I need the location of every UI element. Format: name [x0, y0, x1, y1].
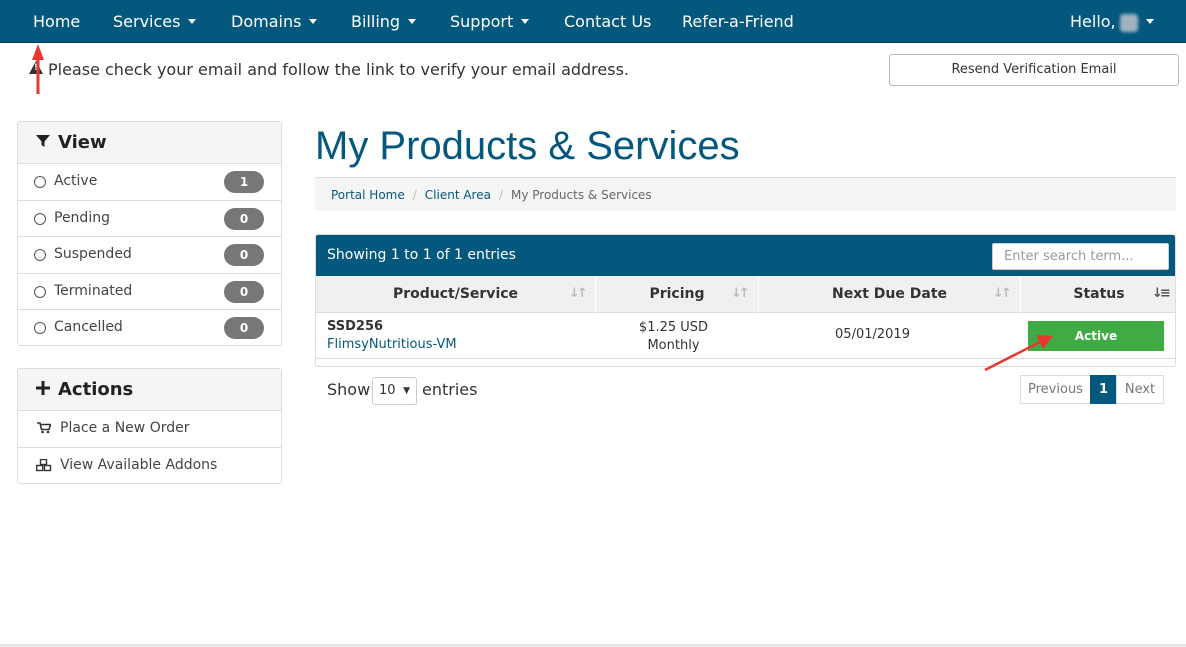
sort-icon: ↓↑: [993, 286, 1012, 301]
nav-home[interactable]: Home: [33, 0, 80, 43]
radio-icon: [34, 212, 46, 225]
count-badge: 0: [224, 280, 264, 303]
place-new-order-link[interactable]: Place a New Order: [18, 411, 281, 448]
nav-contact-us[interactable]: Contact Us: [564, 0, 651, 43]
count-badge: 1: [224, 171, 264, 193]
radio-icon: [34, 322, 46, 335]
actions-panel: Actions Place a New Order View Available…: [17, 368, 282, 484]
price-amount: $1.25 USD: [638, 320, 709, 335]
count-badge: 0: [224, 244, 264, 267]
pagination-page-1[interactable]: 1: [1090, 375, 1117, 404]
nav-billing[interactable]: Billing: [351, 0, 417, 43]
filter-label: Cancelled: [54, 319, 123, 336]
nav-user-menu[interactable]: Hello,: [1070, 0, 1154, 43]
col-product-service[interactable]: Product/Service ↓↑: [316, 276, 596, 313]
product-name: SSD256: [327, 319, 384, 334]
view-addons-link[interactable]: View Available Addons: [18, 448, 281, 485]
pagination-previous[interactable]: Previous: [1020, 375, 1091, 404]
show-label: Show: [327, 380, 371, 399]
column-header: Product/Service: [392, 286, 519, 302]
radio-icon: [34, 285, 46, 298]
view-panel-header: View: [18, 122, 281, 164]
plus-icon: [34, 369, 52, 411]
nav-billing-label: Billing: [351, 12, 401, 31]
nav-refer-a-friend[interactable]: Refer-a-Friend: [682, 0, 794, 43]
nav-services-label: Services: [113, 12, 181, 31]
breadcrumb: Portal Home / Client Area / My Products & Se…: [315, 177, 1176, 211]
view-panel-title: View: [58, 132, 107, 153]
count-badge: 0: [224, 317, 264, 340]
verify-email-message: Please check your email and follow the l…: [48, 60, 630, 79]
sort-ascending-icon: ↓≡: [1152, 286, 1171, 301]
nav-refer-label: Refer-a-Friend: [682, 12, 794, 31]
nav-services[interactable]: Services: [113, 0, 197, 43]
caret-down-icon: [521, 19, 530, 24]
actions-panel-header: Actions: [18, 369, 281, 411]
resend-verification-button[interactable]: Resend Verification Email: [889, 54, 1179, 86]
radio-icon: [34, 176, 46, 188]
user-greeting: Hello,: [1070, 12, 1116, 31]
breadcrumb-separator: /: [412, 188, 417, 202]
dropdown-arrow-icon: ▼: [403, 386, 410, 396]
next-due-date: 05/01/2019: [835, 327, 910, 342]
col-pricing[interactable]: Pricing ↓↑: [596, 276, 759, 313]
sort-icon: ↓↑: [569, 286, 588, 301]
radio-icon: [34, 249, 46, 262]
warning-icon: [29, 61, 43, 74]
breadcrumb-portal-home[interactable]: Portal Home: [331, 188, 405, 202]
products-table: Showing 1 to 1 of 1 entries Product/Serv…: [315, 234, 1176, 367]
filter-label: Pending: [54, 209, 110, 226]
filter-label: Suspended: [54, 246, 132, 263]
product-hostname-link[interactable]: FlimsyNutritious-VM: [327, 337, 457, 352]
billing-cycle: Monthly: [647, 338, 700, 353]
caret-down-icon: [188, 19, 197, 24]
entries-per-page-select[interactable]: 10 ▼: [372, 377, 417, 405]
status-badge: Active: [1028, 321, 1164, 351]
breadcrumb-current: My Products & Services: [511, 188, 652, 202]
username-redacted: [1119, 13, 1138, 32]
nav-support[interactable]: Support: [450, 0, 530, 43]
entries-info: Showing 1 to 1 of 1 entries: [327, 247, 516, 263]
action-label: Place a New Order: [60, 420, 190, 436]
top-navbar: Home Services Domains Billing Support Co…: [0, 0, 1186, 43]
cubes-icon: [35, 458, 52, 475]
action-label: View Available Addons: [60, 457, 218, 473]
nav-home-label: Home: [33, 12, 81, 31]
breadcrumb-separator: /: [498, 188, 503, 202]
entries-per-page-value: 10: [379, 383, 396, 398]
nav-domains[interactable]: Domains: [231, 0, 318, 43]
filter-label: Active: [54, 173, 98, 189]
filter-pending[interactable]: Pending 0: [18, 201, 281, 238]
pricing-cell: $1.25 USD Monthly: [626, 319, 721, 355]
table-row[interactable]: SSD256 FlimsyNutritious-VM $1.25 USD Mon…: [316, 313, 1175, 359]
search-input[interactable]: [992, 243, 1169, 270]
col-next-due-date[interactable]: Next Due Date ↓↑: [759, 276, 1021, 313]
filter-icon: [34, 122, 52, 164]
breadcrumb-client-area[interactable]: Client Area: [425, 188, 491, 202]
actions-panel-title: Actions: [58, 379, 134, 400]
table-header-bar: Showing 1 to 1 of 1 entries: [316, 235, 1175, 276]
filter-cancelled[interactable]: Cancelled 0: [18, 310, 281, 347]
sort-icon: ↓↑: [731, 286, 750, 301]
caret-down-icon: [1145, 19, 1154, 24]
col-status[interactable]: Status ↓≡: [1021, 276, 1175, 313]
view-panel: View Active 1 Pending 0 Suspended 0 Termina…: [17, 121, 282, 346]
nav-domains-label: Domains: [231, 12, 302, 31]
column-header: Next Due Date: [831, 286, 948, 302]
filter-label: Terminated: [54, 282, 133, 299]
caret-down-icon: [309, 19, 318, 24]
count-badge: 0: [224, 207, 264, 230]
filter-terminated[interactable]: Terminated 0: [18, 274, 281, 311]
page-title: My Products & Services: [315, 124, 740, 168]
filter-active[interactable]: Active 1: [18, 164, 281, 201]
nav-contact-label: Contact Us: [564, 12, 652, 31]
entries-label: entries: [422, 380, 478, 399]
filter-suspended[interactable]: Suspended 0: [18, 237, 281, 274]
pagination-next[interactable]: Next: [1116, 375, 1164, 404]
caret-down-icon: [408, 19, 417, 24]
shopping-cart-icon: [36, 422, 52, 437]
nav-support-label: Support: [450, 12, 514, 31]
